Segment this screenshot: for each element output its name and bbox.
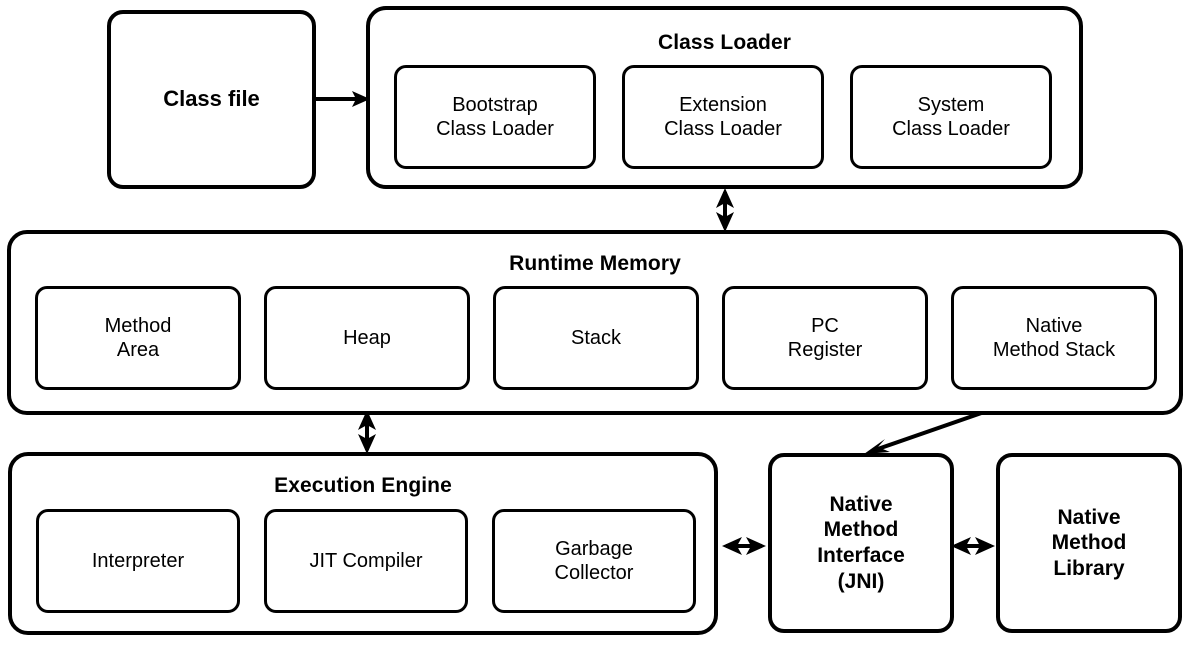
native-method-library-label-line1: Native xyxy=(1057,505,1121,529)
interpreter-box[interactable]: Interpreter xyxy=(36,509,240,613)
native-method-interface-label-line1: Native xyxy=(829,492,893,516)
class-loader-title: Class Loader xyxy=(657,31,792,54)
native-method-library-label-line3: Library xyxy=(1053,556,1125,580)
system-class-loader-label-line1: System xyxy=(917,93,985,116)
stack-label-line1: Stack xyxy=(570,326,622,349)
native-method-interface-label-line3: Interface xyxy=(817,544,905,567)
jit-compiler-box[interactable]: JIT Compiler xyxy=(264,509,468,613)
arrow-class-file-to-class-loader xyxy=(316,91,370,107)
pc-register-label-line2: Register xyxy=(787,339,863,361)
arrow-runtime-memory-to-execution-engine xyxy=(358,410,376,454)
jit-compiler-label-line1: JIT Compiler xyxy=(309,549,423,572)
method-area-label-line1: Method xyxy=(104,314,172,337)
bootstrap-class-loader-label-line2: Class Loader xyxy=(436,118,554,140)
class-file-label: Class file xyxy=(163,86,260,112)
bootstrap-class-loader-label-line1: Bootstrap xyxy=(452,93,538,116)
runtime-memory-title: Runtime Memory xyxy=(509,252,681,275)
extension-class-loader-label-line1: Extension xyxy=(679,93,767,116)
garbage-collector-label-line2: Collector xyxy=(554,562,634,584)
stack-box[interactable]: Stack xyxy=(493,286,699,390)
method-area-box[interactable]: Method Area xyxy=(35,286,241,390)
system-class-loader-box[interactable]: System Class Loader xyxy=(850,65,1052,169)
class-loader-group[interactable]: Class Loader Bootstrap Class Loader Exte… xyxy=(366,6,1083,189)
interpreter-label-line1: Interpreter xyxy=(91,549,185,572)
native-method-library-box[interactable]: Native Method Library xyxy=(996,453,1182,633)
arrow-jni-to-native-method-library xyxy=(951,537,995,555)
native-method-stack-label-line1: Native xyxy=(1025,314,1083,337)
native-method-interface-label-line2: Method xyxy=(823,518,899,542)
bootstrap-class-loader-box[interactable]: Bootstrap Class Loader xyxy=(394,65,596,169)
execution-engine-title: Execution Engine xyxy=(274,474,452,497)
class-file-box[interactable]: Class file xyxy=(107,10,316,189)
execution-engine-group[interactable]: Execution Engine Interpreter JIT Compile… xyxy=(8,452,718,635)
native-method-interface-label-line4: (JNI) xyxy=(837,569,885,593)
arrow-execution-engine-to-jni xyxy=(722,537,766,555)
extension-class-loader-box[interactable]: Extension Class Loader xyxy=(622,65,824,169)
heap-label-line1: Heap xyxy=(343,326,391,349)
pc-register-label-line1: PC xyxy=(811,314,839,337)
native-method-stack-box[interactable]: Native Method Stack xyxy=(951,286,1157,390)
method-area-label-line2: Area xyxy=(116,339,160,361)
jvm-architecture-diagram: Class file Class Loader Bootstrap Class … xyxy=(0,0,1191,648)
native-method-stack-label-line2: Method Stack xyxy=(992,339,1116,361)
native-method-library-label-line2: Method xyxy=(1051,531,1127,555)
runtime-memory-group[interactable]: Runtime Memory Method Area Heap Stack PC… xyxy=(7,230,1183,415)
garbage-collector-box[interactable]: Garbage Collector xyxy=(492,509,696,613)
garbage-collector-label-line1: Garbage xyxy=(555,537,633,560)
arrow-class-loader-to-runtime-memory xyxy=(716,188,734,232)
heap-box[interactable]: Heap xyxy=(264,286,470,390)
native-method-interface-box[interactable]: Native Method Interface (JNI) xyxy=(768,453,954,633)
extension-class-loader-label-line2: Class Loader xyxy=(664,118,782,140)
pc-register-box[interactable]: PC Register xyxy=(722,286,928,390)
system-class-loader-label-line2: Class Loader xyxy=(892,118,1010,140)
